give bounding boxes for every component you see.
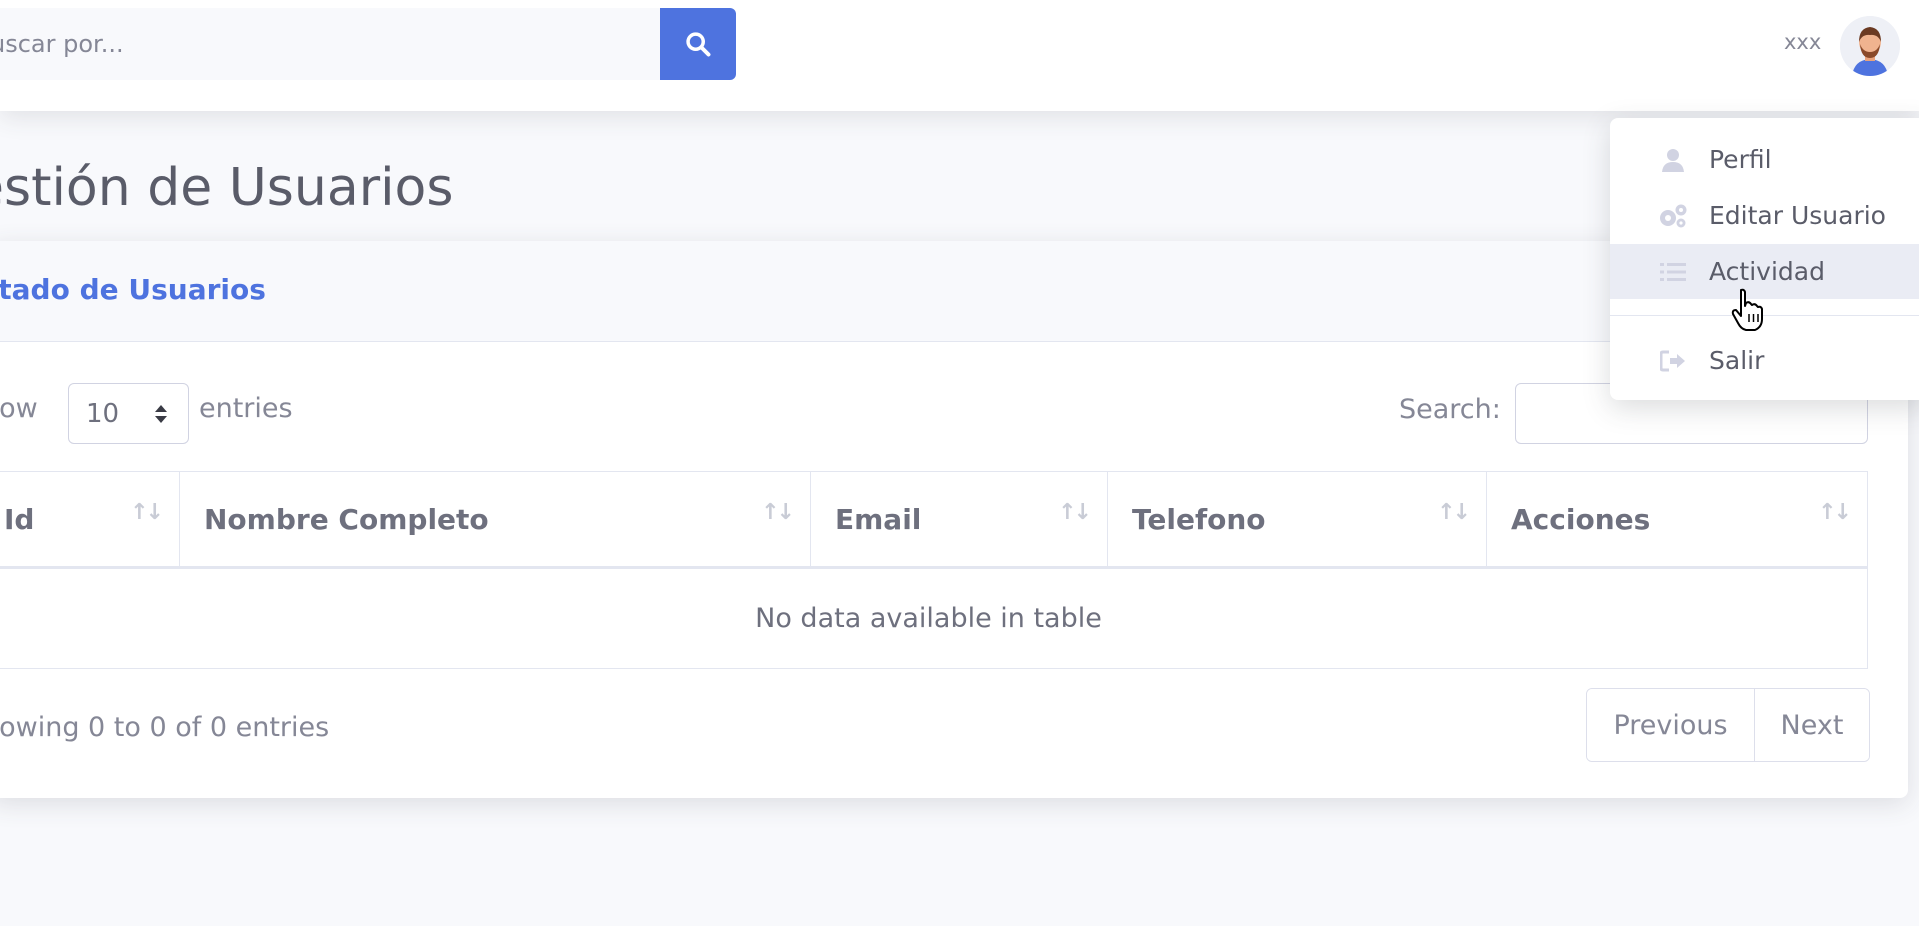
avatar[interactable] (1840, 16, 1900, 76)
user-name[interactable]: xxx (1784, 30, 1821, 54)
sign-out-icon (1658, 346, 1688, 376)
search-placeholder: uscar por... (0, 30, 124, 58)
user-icon (1658, 145, 1688, 175)
entries-select[interactable]: 10 (68, 383, 189, 444)
empty-table-row: No data available in table (0, 569, 1868, 669)
column-label: Email (835, 503, 922, 536)
users-table: Id ↑↓ Nombre Completo ↑↓ Email ↑↓ Telefo… (0, 471, 1868, 669)
cogs-icon (1658, 201, 1688, 231)
column-label: Id (4, 503, 35, 536)
previous-page-button[interactable]: Previous (1587, 689, 1755, 761)
avatar-icon (1840, 16, 1900, 76)
empty-message: No data available in table (755, 603, 1102, 634)
list-icon (1658, 257, 1688, 287)
column-header-email[interactable]: Email ↑↓ (811, 472, 1108, 567)
topbar: uscar por... xxx (0, 0, 1919, 111)
select-arrows-icon (155, 405, 167, 423)
search-input[interactable]: uscar por... (0, 8, 660, 80)
user-dropdown-menu: Perfil Editar Usuario Actividad Salir (1610, 118, 1919, 400)
app-page: uscar por... xxx estión de Usuarios ista… (0, 0, 1919, 926)
column-header-nombre[interactable]: Nombre Completo ↑↓ (180, 472, 811, 567)
column-header-id[interactable]: Id ↑↓ (0, 472, 180, 567)
search-icon (686, 32, 711, 57)
dropdown-item-perfil[interactable]: Perfil (1610, 132, 1919, 187)
sort-icon: ↑↓ (130, 500, 164, 525)
table-search-label: Search: (1399, 394, 1501, 425)
show-label: how (0, 393, 38, 424)
sort-icon: ↑↓ (1058, 500, 1092, 525)
column-header-acciones[interactable]: Acciones ↑↓ (1487, 472, 1868, 567)
dropdown-item-label: Editar Usuario (1709, 201, 1886, 230)
column-label: Telefono (1132, 503, 1266, 536)
entries-select-value: 10 (86, 398, 120, 429)
table-info: howing 0 to 0 of 0 entries (0, 712, 330, 743)
dropdown-item-salir[interactable]: Salir (1610, 333, 1919, 388)
sort-icon: ↑↓ (1818, 500, 1852, 525)
dropdown-item-label: Actividad (1709, 257, 1825, 286)
hand-cursor-icon (1731, 288, 1763, 331)
entries-label: entries (199, 393, 293, 424)
search-button[interactable] (660, 8, 736, 80)
sort-icon: ↑↓ (1437, 500, 1471, 525)
pagination: Previous Next (1586, 688, 1870, 762)
column-label: Nombre Completo (204, 503, 489, 536)
column-header-telefono[interactable]: Telefono ↑↓ (1108, 472, 1487, 567)
dropdown-item-label: Perfil (1709, 145, 1772, 174)
dropdown-item-label: Salir (1709, 346, 1765, 375)
sort-icon: ↑↓ (761, 500, 795, 525)
column-label: Acciones (1511, 503, 1651, 536)
next-page-button[interactable]: Next (1755, 689, 1869, 761)
page-title: estión de Usuarios (0, 158, 454, 218)
card-header-title: istado de Usuarios (0, 273, 266, 306)
dropdown-item-editar-usuario[interactable]: Editar Usuario (1610, 188, 1919, 243)
table-header: Id ↑↓ Nombre Completo ↑↓ Email ↑↓ Telefo… (0, 471, 1868, 569)
